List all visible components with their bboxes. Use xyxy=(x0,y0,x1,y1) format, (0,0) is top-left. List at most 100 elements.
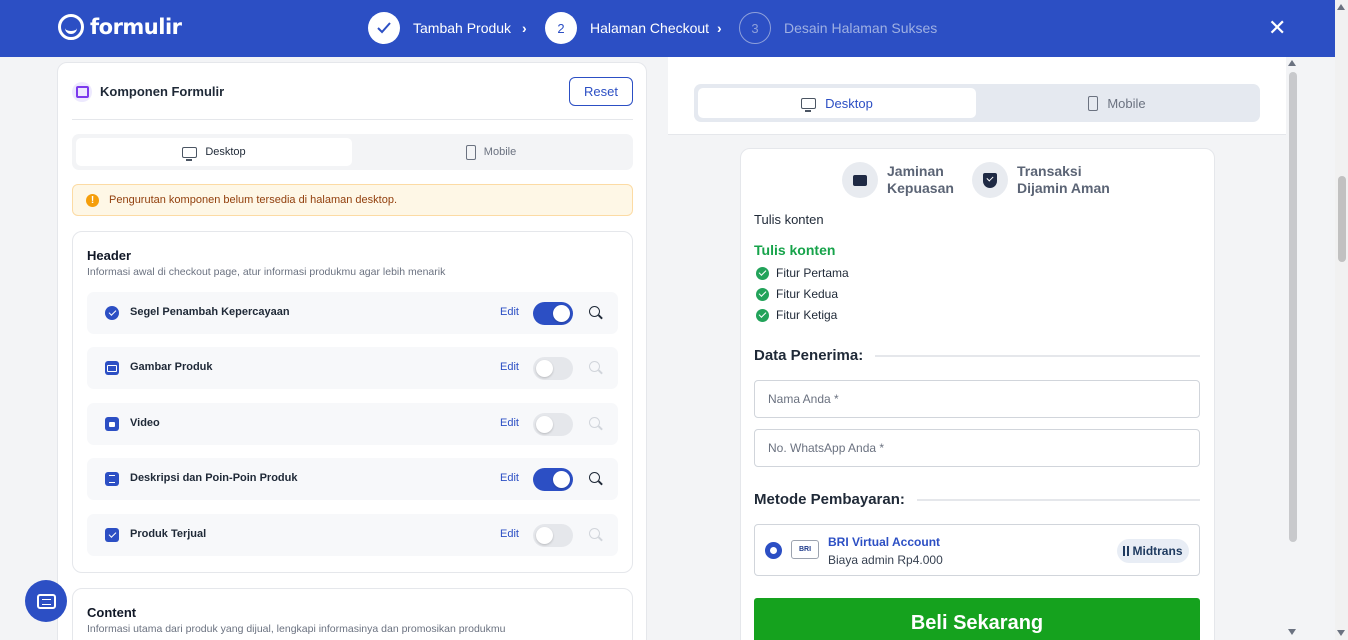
chat-button[interactable] xyxy=(25,580,67,622)
payment-option[interactable]: BRI BRI Virtual Account Biaya admin Rp4.… xyxy=(754,524,1200,576)
section-title: Content xyxy=(87,605,137,620)
component-label: Deskripsi dan Poin-Poin Produk xyxy=(130,472,298,484)
component-toggle[interactable] xyxy=(533,413,573,436)
chevron-right-icon: › xyxy=(522,20,527,36)
component-row: Video Edit xyxy=(87,403,618,445)
formulir-logo-icon xyxy=(58,14,84,40)
smartphone-icon xyxy=(1088,95,1099,111)
warning-alert: ! Pengurutan komponen belum tersedia di … xyxy=(72,184,633,216)
step-desain-halaman-sukses[interactable]: 3 Desain Halaman Sukses xyxy=(739,12,937,44)
trust-text: Transaksi Dijamin Aman xyxy=(1017,163,1110,197)
feature-item: Fitur Pertama xyxy=(756,266,849,280)
step-label: Desain Halaman Sukses xyxy=(784,20,938,36)
page-scrollbar[interactable] xyxy=(1335,0,1348,640)
tab-desktop[interactable]: Desktop xyxy=(76,138,352,166)
step-tambah-produk[interactable]: Tambah Produk xyxy=(368,12,511,44)
feature-item: Fitur Kedua xyxy=(756,287,838,301)
section-description: Informasi awal di checkout page, atur in… xyxy=(87,266,446,278)
brand-logo[interactable]: formulir xyxy=(58,14,182,40)
checkbox-icon xyxy=(105,528,119,542)
section-description: Informasi utama dari produk yang dijual,… xyxy=(87,623,506,635)
component-toggle[interactable] xyxy=(533,302,573,325)
chat-icon xyxy=(36,593,56,609)
payment-fee: Biaya admin Rp4.000 xyxy=(828,553,943,567)
check-circle-icon xyxy=(756,266,769,280)
warning-text: Pengurutan komponen belum tersedia di ha… xyxy=(109,194,398,206)
trust-badge: Transaksi Dijamin Aman xyxy=(972,162,1110,198)
divider xyxy=(72,119,633,120)
edit-link[interactable]: Edit xyxy=(500,472,519,484)
payment-name: BRI Virtual Account xyxy=(828,535,941,549)
shield-check-icon xyxy=(972,162,1008,198)
check-circle-icon xyxy=(756,287,769,301)
preview-tab-desktop[interactable]: Desktop xyxy=(698,88,976,118)
search-icon[interactable] xyxy=(589,472,600,483)
smartphone-icon xyxy=(465,144,476,160)
component-toggle[interactable] xyxy=(533,524,573,547)
divider xyxy=(916,498,1200,501)
buy-now-button[interactable]: Beli Sekarang xyxy=(754,598,1200,640)
image-icon xyxy=(105,361,119,375)
scroll-down-arrow-icon[interactable] xyxy=(1337,630,1345,636)
component-label: Video xyxy=(130,417,160,429)
page-scroll-thumb[interactable] xyxy=(1338,176,1346,262)
component-row: Deskripsi dan Poin-Poin Produk Edit xyxy=(87,458,618,500)
edit-link[interactable]: Edit xyxy=(500,361,519,373)
scroll-up-arrow-icon[interactable] xyxy=(1337,4,1345,10)
component-row: Segel Penambah Kepercayaan Edit xyxy=(87,292,618,334)
tab-mobile[interactable]: Mobile xyxy=(353,138,629,166)
edit-link[interactable]: Edit xyxy=(500,528,519,540)
reset-button[interactable]: Reset xyxy=(569,77,633,106)
divider xyxy=(875,354,1200,357)
name-input[interactable] xyxy=(754,380,1200,418)
feature-item: Fitur Ketiga xyxy=(756,308,837,322)
component-label: Gambar Produk xyxy=(130,361,213,373)
component-label: Produk Terjual xyxy=(130,528,207,540)
whatsapp-input[interactable] xyxy=(754,429,1200,467)
check-circle-icon xyxy=(756,308,769,322)
scroll-down-arrow-icon[interactable] xyxy=(1288,629,1296,635)
preview-tab-mobile[interactable]: Mobile xyxy=(978,88,1256,118)
preview-scroll-thumb[interactable] xyxy=(1289,72,1297,542)
tab-label: Desktop xyxy=(205,146,246,158)
trust-line: Dijamin Aman xyxy=(1017,180,1110,196)
search-icon[interactable] xyxy=(589,306,600,317)
trust-line: Transaksi xyxy=(1017,163,1082,179)
tab-label: Desktop xyxy=(825,95,873,111)
section-title: Header xyxy=(87,248,132,263)
trust-badge: Jaminan Kepuasan xyxy=(842,162,954,198)
edit-link[interactable]: Edit xyxy=(500,417,519,429)
badge-check-icon xyxy=(105,306,119,320)
search-icon xyxy=(589,417,600,428)
preview-view-toggle: Desktop Mobile xyxy=(694,84,1260,122)
heading-text: Metode Pembayaran: xyxy=(754,491,905,508)
step-number: 3 xyxy=(739,12,771,44)
search-icon xyxy=(589,528,600,539)
component-row: Gambar Produk Edit xyxy=(87,347,618,389)
midtrans-badge: Midtrans xyxy=(1117,539,1189,563)
step-halaman-checkout[interactable]: 2 Halaman Checkout xyxy=(545,12,709,44)
component-row: Produk Terjual Edit xyxy=(87,514,618,556)
components-panel: Komponen Formulir Reset Desktop Mobile !… xyxy=(57,62,647,640)
trust-text: Jaminan Kepuasan xyxy=(887,163,954,197)
component-toggle[interactable] xyxy=(533,468,573,491)
scroll-up-arrow-icon[interactable] xyxy=(1288,60,1296,66)
midtrans-logo-icon xyxy=(1123,546,1130,556)
thumbs-up-icon xyxy=(842,162,878,198)
edit-link[interactable]: Edit xyxy=(500,306,519,318)
trust-line: Kepuasan xyxy=(887,180,954,196)
panel-title: Komponen Formulir xyxy=(100,84,225,99)
content-text: Tulis konten xyxy=(754,212,824,227)
step-label: Halaman Checkout xyxy=(590,20,710,36)
close-icon[interactable]: ✕ xyxy=(1268,16,1286,40)
heading-text: Data Penerima: xyxy=(754,347,864,364)
radio-selected[interactable] xyxy=(765,542,782,559)
step-number: 2 xyxy=(545,12,577,44)
checkout-card: Jaminan Kepuasan Transaksi Dijamin Aman … xyxy=(740,148,1215,640)
feature-label: Fitur Pertama xyxy=(776,266,849,280)
components-icon xyxy=(72,82,92,102)
feature-label: Fitur Ketiga xyxy=(776,308,838,322)
tab-label: Mobile xyxy=(483,146,517,158)
component-toggle[interactable] xyxy=(533,357,573,380)
check-icon xyxy=(368,12,400,44)
